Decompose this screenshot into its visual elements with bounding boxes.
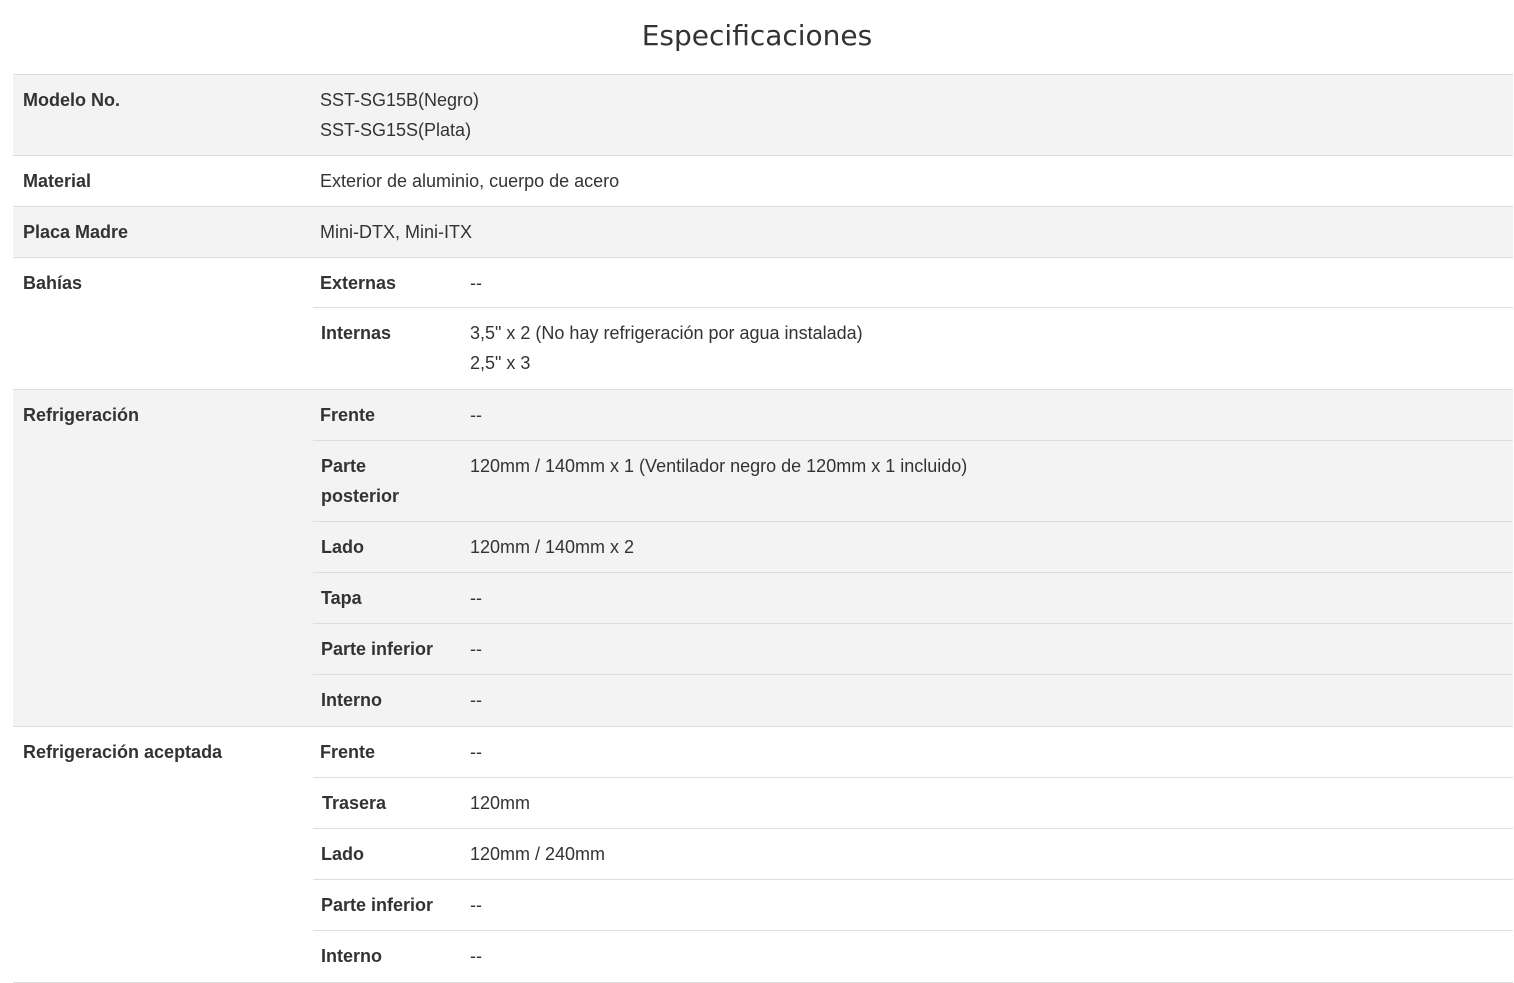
- spec-sublabel: Interno: [321, 946, 382, 966]
- spec-value-line: 2,5" x 3: [470, 353, 531, 373]
- spec-sublabel: Frente: [320, 742, 376, 762]
- spec-group-refrigeracion: Refrigeración Frente -- Parte posterior …: [13, 390, 1513, 727]
- spec-subvalue: 3,5" x 2 (No hay refrigeración por agua …: [463, 308, 1513, 389]
- spec-subvalue: --: [463, 258, 1513, 307]
- spec-value-line: Mini-DTX, Mini-ITX: [320, 222, 472, 242]
- spec-value-modelo: SST-SG15B(Negro) SST-SG15S(Plata): [313, 75, 1513, 155]
- spec-subrow-refrigeracion-posterior: Parte posterior 120mm / 140mm x 1 (Venti…: [313, 441, 1513, 522]
- spec-value-line: --: [470, 895, 482, 915]
- spec-subrow-aceptada-lado: Lado 120mm / 240mm: [313, 829, 1513, 880]
- spec-group-material: Material Exterior de aluminio, cuerpo de…: [13, 156, 1513, 207]
- spec-value-placa-madre: Mini-DTX, Mini-ITX: [313, 207, 1513, 257]
- spec-value-area-refrigeracion-aceptada: Frente -- Trasera 120mm Lado 120mm / 240…: [313, 727, 1513, 982]
- page-title: Especificaciones: [641, 19, 873, 52]
- spec-value-line: Exterior de aluminio, cuerpo de acero: [320, 171, 620, 191]
- spec-value-area-modelo: SST-SG15B(Negro) SST-SG15S(Plata): [313, 75, 1513, 155]
- spec-subrow-refrigeracion-frente: Frente --: [313, 390, 1513, 441]
- spec-value-line: 120mm / 140mm x 2: [470, 537, 635, 557]
- spec-subrow-aceptada-inferior: Parte inferior --: [313, 880, 1513, 931]
- spec-sublabel: Externas: [320, 273, 397, 293]
- spec-group-bahias: Bahías Externas -- Internas 3,5" x 2 (No…: [13, 258, 1513, 390]
- spec-subvalue: --: [463, 390, 1513, 440]
- spec-label-modelo: Modelo No.: [23, 90, 120, 110]
- spec-subvalue: --: [463, 931, 1513, 982]
- spec-sublabel: Lado: [321, 844, 364, 864]
- spec-sublabel: Lado: [321, 537, 364, 557]
- spec-sublabel: Parte posterior: [313, 441, 463, 521]
- spec-value-line: 3,5" x 2 (No hay refrigeración por agua …: [470, 323, 863, 343]
- spec-subvalue: --: [463, 624, 1513, 674]
- spec-subvalue: --: [463, 727, 1513, 777]
- spec-value-line: SST-SG15B(Negro): [320, 90, 480, 110]
- spec-label-refrigeracion-aceptada: Refrigeración aceptada: [23, 742, 223, 762]
- spec-subrow-refrigeracion-lado: Lado 120mm / 140mm x 2: [313, 522, 1513, 573]
- spec-value-line: --: [470, 742, 482, 762]
- spec-subrow-aceptada-frente: Frente --: [313, 727, 1513, 778]
- spec-value-line: --: [470, 639, 482, 659]
- spec-subrow-aceptada-interno: Interno --: [313, 931, 1513, 982]
- spec-label-refrigeracion: Refrigeración: [23, 405, 140, 425]
- spec-value-line: --: [470, 405, 482, 425]
- spec-group-refrigeracion-aceptada: Refrigeración aceptada Frente -- Trasera…: [13, 727, 1513, 983]
- spec-value-material: Exterior de aluminio, cuerpo de acero: [313, 156, 1513, 206]
- spec-value-line: 120mm / 140mm x 1 (Ventilador negro de 1…: [470, 456, 968, 476]
- spec-value-line: --: [470, 588, 482, 608]
- spec-label-material: Material: [23, 171, 92, 191]
- spec-subvalue: --: [463, 675, 1513, 726]
- spec-value-area-bahias: Externas -- Internas 3,5" x 2 (No hay re…: [313, 258, 1513, 389]
- spec-sublabel-line: posterior: [321, 486, 400, 506]
- spec-value-line: 120mm: [470, 793, 531, 813]
- spec-sublabel: Frente: [320, 405, 376, 425]
- spec-sublabel: Tapa: [321, 588, 362, 608]
- spec-value-area-placa-madre: Mini-DTX, Mini-ITX: [313, 207, 1513, 257]
- spec-group-placa-madre: Placa Madre Mini-DTX, Mini-ITX: [13, 207, 1513, 258]
- spec-value-line: --: [470, 273, 482, 293]
- spec-value-area-refrigeracion: Frente -- Parte posterior 120mm / 140mm …: [313, 390, 1513, 726]
- spec-sublabel: Interno: [321, 690, 382, 710]
- spec-sublabel: Trasera: [322, 793, 387, 813]
- spec-subrow-refrigeracion-inferior: Parte inferior --: [313, 624, 1513, 675]
- spec-subvalue: --: [463, 573, 1513, 623]
- spec-value-line: SST-SG15S(Plata): [320, 120, 472, 140]
- spec-value-line: --: [470, 690, 482, 710]
- spec-subvalue: 120mm / 140mm x 1 (Ventilador negro de 1…: [463, 441, 1513, 521]
- spec-value-line: 120mm / 240mm: [470, 844, 606, 864]
- spec-subrow-refrigeracion-interno: Interno --: [313, 675, 1513, 726]
- spec-sublabel: Parte inferior: [321, 895, 434, 915]
- spec-subvalue: --: [463, 880, 1513, 930]
- spec-sublabel: Parte inferior: [321, 639, 434, 659]
- spec-sublabel: Internas: [321, 323, 392, 343]
- spec-label-bahias: Bahías: [23, 273, 83, 293]
- spec-value-area-material: Exterior de aluminio, cuerpo de acero: [313, 156, 1513, 206]
- spec-label-placa-madre: Placa Madre: [23, 222, 129, 242]
- spec-table: Modelo No. SST-SG15B(Negro) SST-SG15S(Pl…: [13, 74, 1513, 983]
- spec-subrow-refrigeracion-tapa: Tapa --: [313, 573, 1513, 624]
- spec-sublabel-line: Parte: [321, 456, 367, 476]
- spec-subrow-bahias-externas: Externas --: [313, 258, 1513, 308]
- spec-subvalue: 120mm: [463, 778, 1513, 828]
- spec-subrow-bahias-internas: Internas 3,5" x 2 (No hay refrigeración …: [313, 308, 1513, 389]
- spec-group-modelo: Modelo No. SST-SG15B(Negro) SST-SG15S(Pl…: [13, 75, 1513, 156]
- spec-subvalue: 120mm / 140mm x 2: [463, 522, 1513, 572]
- spec-subvalue: 120mm / 240mm: [463, 829, 1513, 879]
- spec-subrow-aceptada-trasera: Trasera 120mm: [313, 778, 1513, 829]
- spec-value-line: --: [470, 946, 482, 966]
